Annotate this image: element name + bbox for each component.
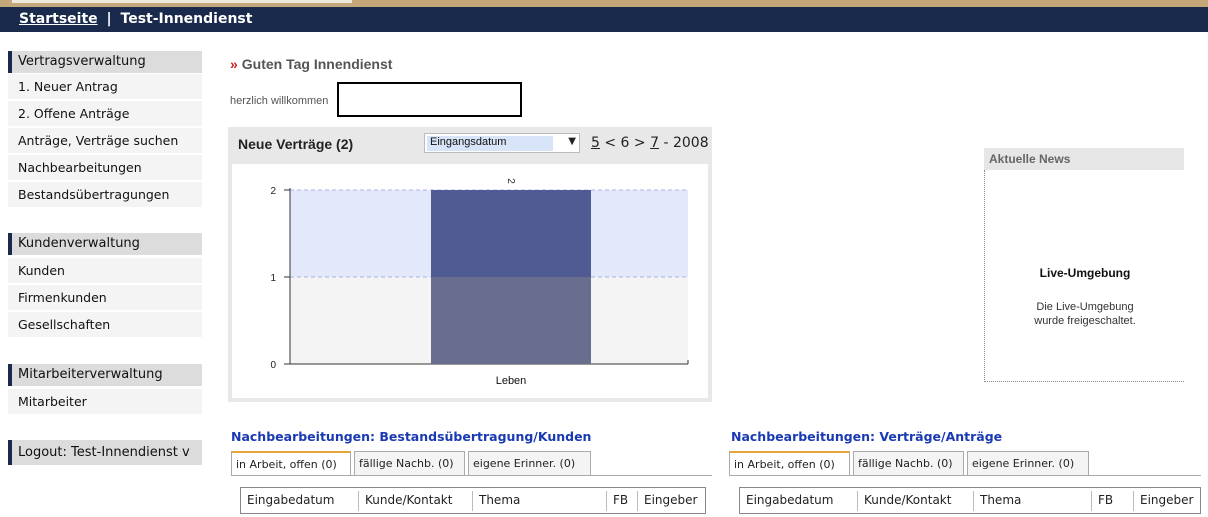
chart-area: 0 1 2 2 Leben (232, 164, 708, 398)
sidebar-item-mitarbeiter[interactable]: Mitarbeiter (8, 389, 202, 415)
welcome-text: herzlich willkommen (230, 95, 329, 107)
section-title-bestand[interactable]: Nachbearbeitungen: Bestandsübertragung/K… (231, 429, 591, 444)
current-user-label: Test-Innendienst (120, 11, 253, 27)
tab-eigene-erinner[interactable]: eigene Erinner. (0) (967, 451, 1089, 475)
col-kunde[interactable]: Kunde/Kontakt (858, 493, 951, 507)
chart-panel: 0 1 2 2 Leben (228, 160, 712, 402)
col-fb[interactable]: FB (607, 493, 628, 507)
col-thema[interactable]: Thema (974, 493, 1021, 507)
news-header: Aktuelle News (984, 148, 1184, 170)
col-fb[interactable]: FB (1092, 493, 1113, 507)
news-text: Die Live-Umgebung wurde freigeschaltet. (985, 300, 1185, 328)
news-panel: Live-Umgebung Die Live-Umgebung wurde fr… (984, 170, 1184, 382)
sidebar-item-firmenkunden[interactable]: Firmenkunden (8, 285, 202, 311)
news-text-line2: wurde freigeschaltet. (1034, 315, 1136, 327)
sidebar-item-gesellschaften[interactable]: Gesellschaften (8, 312, 202, 338)
col-eingeber[interactable]: Eingeber (638, 493, 697, 507)
sidebar-heading-vertragsverwaltung[interactable]: Vertragsverwaltung (8, 51, 202, 73)
bar (431, 190, 591, 277)
y-tick-label: 1 (270, 273, 276, 284)
breadcrumb-separator: | (106, 11, 112, 27)
sidebar-item-offene-antraege[interactable]: 2. Offene Anträge (8, 101, 202, 127)
tab-faellige[interactable]: fällige Nachb. (0) (354, 451, 465, 475)
x-tick-label: Leben (496, 375, 527, 387)
redacted-name-box (337, 82, 522, 117)
news-title: Live-Umgebung (1039, 266, 1131, 280)
prev-month-link[interactable]: 5 (591, 135, 600, 151)
sidebar-item-kunden[interactable]: Kunden (8, 258, 202, 284)
year-label: - 2008 (663, 135, 709, 151)
table-header-vertraege: Eingabedatum Kunde/Kontakt Thema FB Eing… (739, 487, 1201, 514)
current-month: < 6 > (604, 135, 646, 151)
logout-button[interactable]: Logout: Test-Innendienst v (8, 440, 202, 465)
top-tab-placeholder (12, 0, 352, 3)
col-eingabedatum[interactable]: Eingabedatum (740, 493, 833, 507)
col-thema[interactable]: Thema (473, 493, 520, 507)
chart-toolbar: Neue Verträge (2) Eingangsdatum ▼ 5 < 6 … (228, 127, 712, 160)
sort-select-value[interactable]: Eingangsdatum (427, 136, 553, 151)
sidebar-item-suchen[interactable]: Anträge, Verträge suchen (8, 128, 202, 154)
sidebar-item-neuer-antrag[interactable]: 1. Neuer Antrag (8, 74, 202, 100)
sidebar-heading-mitarbeiterverwaltung[interactable]: Mitarbeiterverwaltung (8, 364, 202, 386)
bar-chart: 0 1 2 2 Leben (270, 178, 689, 387)
section-title-vertraege[interactable]: Nachbearbeitungen: Verträge/Anträge (731, 429, 1002, 444)
bar-lower-segment (431, 277, 591, 364)
tab-underline (729, 475, 1201, 476)
tab-eigene-erinner[interactable]: eigene Erinner. (0) (468, 451, 591, 475)
tab-faellige[interactable]: fällige Nachb. (0) (853, 451, 964, 475)
greeting-text: Guten Tag Innendienst (241, 56, 393, 72)
col-kunde[interactable]: Kunde/Kontakt (359, 493, 452, 507)
table-header-bestand: Eingabedatum Kunde/Kontakt Thema FB Eing… (240, 487, 706, 514)
home-link[interactable]: Startseite (19, 11, 98, 27)
y-tick-label: 2 (270, 186, 276, 197)
month-navigation: 5 < 6 > 7 - 2008 (591, 135, 709, 151)
page-title: » Guten Tag Innendienst (230, 56, 392, 72)
chart-panel-title: Neue Verträge (2) (238, 136, 354, 152)
bar-data-label: 2 (505, 178, 516, 184)
sidebar-item-bestandsuebertragungen[interactable]: Bestandsübertragungen (8, 182, 202, 208)
title-marker: » (230, 56, 238, 72)
sort-select[interactable]: Eingangsdatum ▼ (424, 133, 580, 153)
chevron-down-icon[interactable]: ▼ (568, 136, 576, 147)
tab-in-arbeit[interactable]: in Arbeit, offen (0) (729, 451, 850, 475)
news-text-line1: Die Live-Umgebung (1036, 301, 1134, 313)
tab-in-arbeit[interactable]: in Arbeit, offen (0) (231, 451, 351, 475)
sidebar-item-nachbearbeitungen[interactable]: Nachbearbeitungen (8, 155, 202, 181)
col-eingeber[interactable]: Eingeber (1134, 493, 1193, 507)
next-month-link[interactable]: 7 (650, 135, 659, 151)
y-tick-label: 0 (270, 360, 276, 371)
breadcrumb: Startseite | Test-Innendienst (19, 11, 252, 27)
col-eingabedatum[interactable]: Eingabedatum (241, 493, 334, 507)
sidebar-heading-kundenverwaltung[interactable]: Kundenverwaltung (8, 233, 202, 255)
tab-underline (231, 475, 712, 476)
header-bar: Startseite | Test-Innendienst (0, 7, 1208, 32)
top-strip (0, 0, 1208, 7)
